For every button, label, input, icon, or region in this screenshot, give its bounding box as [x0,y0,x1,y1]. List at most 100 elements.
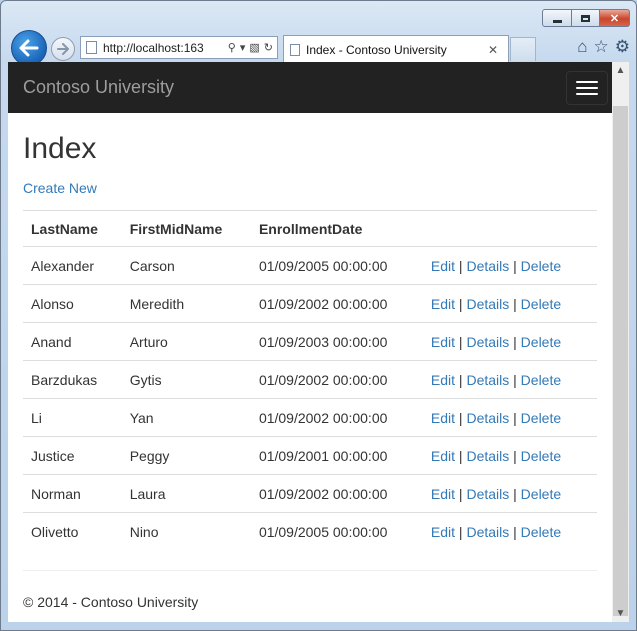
table-row: Li Yan 01/09/2002 00:00:00 Edit | Details |… [23,398,597,437]
cell-enrollmentdate: 01/09/2005 00:00:00 [250,512,423,550]
cell-actions: Edit | Details | Delete [422,398,597,437]
maximize-button[interactable] [572,9,600,27]
action-separator: | [513,258,517,274]
site-brand-link[interactable]: Contoso University [23,77,174,98]
minimize-button[interactable] [542,9,572,27]
table-header-row: LastName FirstMidName EnrollmentDate [23,210,597,247]
address-url[interactable]: http://localhost:163 [103,41,228,55]
table-row: Justice Peggy 01/09/2001 00:00:00 Edit | De… [23,436,597,475]
details-link[interactable]: Details [466,486,509,502]
address-bar[interactable]: http://localhost:163 ⚲ ▾ ▧ ↻ [80,36,278,59]
back-arrow-icon [19,39,39,57]
delete-link[interactable]: Delete [521,296,561,312]
edit-link[interactable]: Edit [431,258,455,274]
delete-link[interactable]: Delete [521,410,561,426]
cell-enrollmentdate: 01/09/2002 00:00:00 [250,474,423,513]
action-separator: | [458,258,463,274]
details-link[interactable]: Details [466,448,509,464]
close-window-button[interactable]: ✕ [600,9,630,27]
edit-link[interactable]: Edit [431,372,455,388]
new-tab-button[interactable] [510,37,536,61]
cell-firstmidname: Nino [121,512,251,550]
details-link[interactable]: Details [466,334,509,350]
favorites-star-icon[interactable]: ☆ [594,37,609,57]
page-content: Index Create New LastName FirstMidName E… [8,132,612,610]
compatibility-icon[interactable]: ▧ [249,41,259,54]
edit-link[interactable]: Edit [431,296,455,312]
scroll-thumb[interactable] [613,106,628,616]
create-new-link[interactable]: Create New [23,180,97,196]
cell-lastname: Li [23,398,122,437]
search-icon[interactable]: ⚲ [228,41,236,54]
footer-divider [23,570,597,571]
details-link[interactable]: Details [466,524,509,540]
details-link[interactable]: Details [466,410,509,426]
table-row: Anand Arturo 01/09/2003 00:00:00 Edit | Det… [23,322,597,361]
cell-enrollmentdate: 01/09/2005 00:00:00 [258,258,388,274]
cell-enrollmentdate: 01/09/2002 00:00:00 [250,360,423,399]
forward-arrow-icon [57,43,69,55]
action-separator: | [458,410,463,426]
back-button[interactable] [11,30,47,66]
cell-actions: Edit | Details | Delete [422,512,597,550]
cell-actions: Edit | Details | Delete [422,360,597,399]
action-separator: | [458,372,463,388]
cell-firstmidname: Arturo [121,322,251,361]
cell-lastname: Olivetto [23,512,122,550]
cell-lastname: Alexander [31,258,95,274]
refresh-icon[interactable]: ↻ [264,41,273,54]
delete-link[interactable]: Delete [521,448,561,464]
minimize-icon [552,19,562,23]
cell-actions: Edit | Details | Delete [422,436,597,475]
table-row: Barzdukas Gytis 01/09/2002 00:00:00 Edit | … [23,360,597,399]
forward-button[interactable] [51,37,75,61]
delete-link[interactable]: Delete [521,372,561,388]
home-icon[interactable]: ⌂ [577,37,587,57]
table-row: Norman Laura 01/09/2002 00:00:00 Edit | Det… [23,474,597,513]
cell-actions: Edit | Details | Delete [422,284,597,323]
cell-enrollmentdate: 01/09/2001 00:00:00 [250,436,423,475]
browser-tab[interactable]: Index - Contoso University ✕ [283,35,509,63]
cell-firstmidname: Meredith [121,284,251,323]
table-row: Alexander Carson 01/09/2005 00:00:00 Edit |… [23,247,597,285]
cell-lastname: Norman [23,474,122,513]
settings-gear-icon[interactable]: ⚙ [615,37,630,57]
students-table: LastName FirstMidName EnrollmentDate Ale… [23,210,597,550]
action-separator: | [458,486,463,502]
scroll-down-icon[interactable]: ▼ [612,605,629,622]
delete-link[interactable]: Delete [521,334,561,350]
page-title: Index [23,132,97,165]
edit-link[interactable]: Edit [431,486,455,502]
delete-link[interactable]: Delete [521,486,561,502]
edit-link[interactable]: Edit [431,334,455,350]
cell-actions: Edit | Details | Delete [422,474,597,513]
edit-link[interactable]: Edit [431,410,455,426]
address-tools: ⚲ ▾ ▧ ↻ [228,41,273,54]
vertical-scrollbar[interactable]: ▲ ▼ [612,62,629,622]
tab-close-icon[interactable]: ✕ [488,43,498,57]
cell-enrollmentdate: 01/09/2002 00:00:00 [250,398,423,437]
table-row: Alonso Meredith 01/09/2002 00:00:00 Edit | … [23,284,597,323]
details-link[interactable]: Details [466,258,509,274]
cell-lastname: Barzdukas [23,360,122,399]
delete-link[interactable]: Delete [521,524,561,540]
dropdown-icon[interactable]: ▾ [240,41,246,54]
header-lastname: LastName [23,210,122,247]
action-separator: | [458,448,463,464]
cell-lastname: Justice [23,436,122,475]
delete-link[interactable]: Delete [521,258,561,274]
cell-lastname: Anand [23,322,122,361]
table-row: Olivetto Nino 01/09/2005 00:00:00 Edit | De… [23,512,597,550]
navbar-toggle-button[interactable] [566,70,608,105]
details-link[interactable]: Details [466,296,509,312]
edit-link[interactable]: Edit [431,448,455,464]
details-link[interactable]: Details [466,372,509,388]
scroll-up-icon[interactable]: ▲ [612,62,629,79]
action-separator: | [513,524,517,540]
edit-link[interactable]: Edit [431,524,455,540]
cell-actions: Edit | Details | Delete [423,247,597,285]
tab-page-icon [290,43,300,56]
action-separator: | [458,296,463,312]
page-icon [86,41,97,54]
window-caption-buttons: ✕ [542,9,630,27]
